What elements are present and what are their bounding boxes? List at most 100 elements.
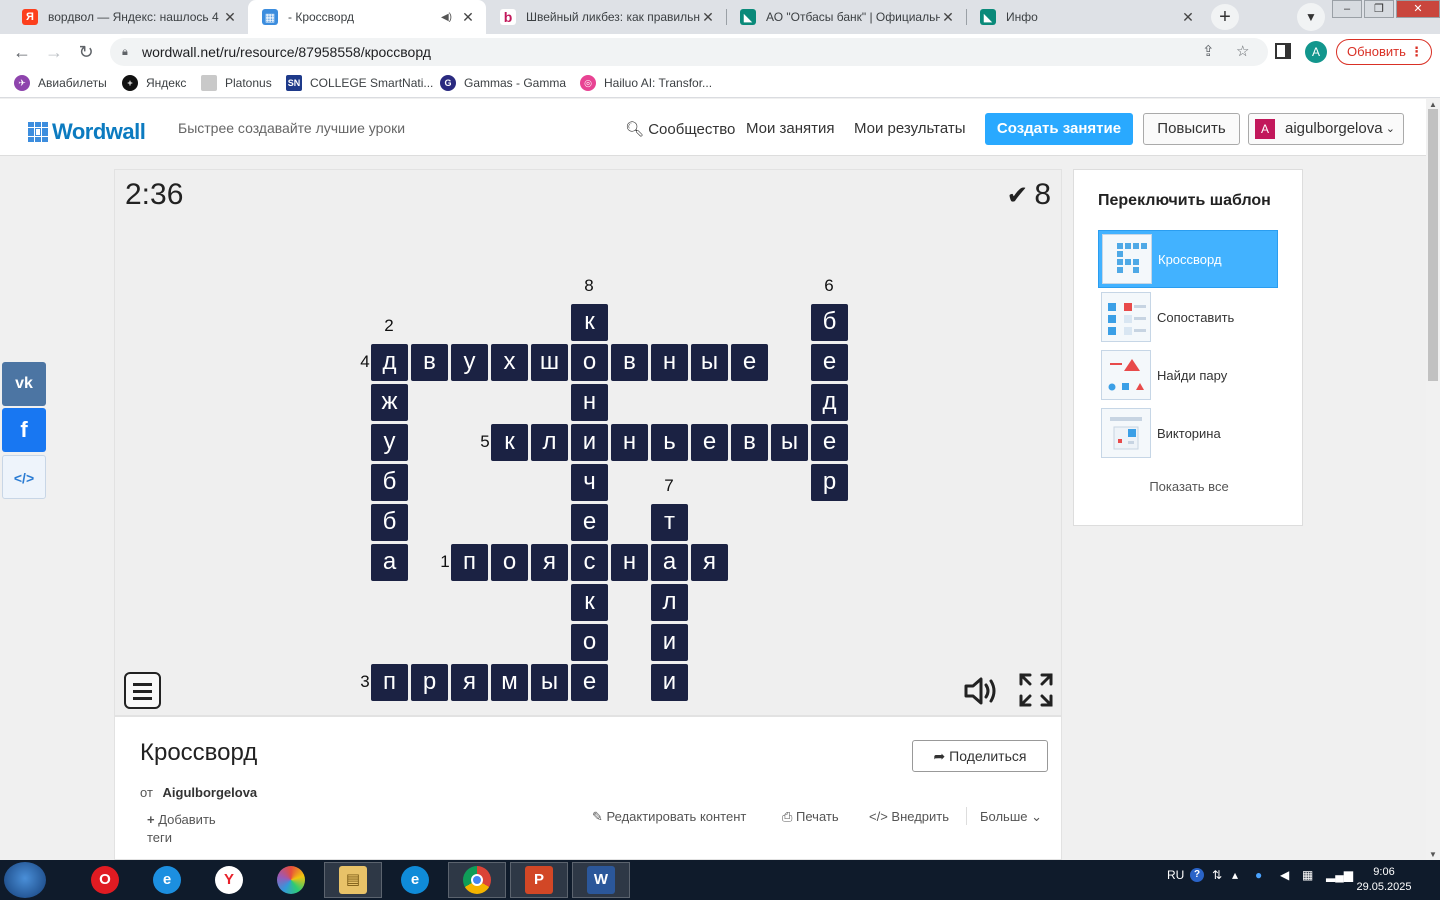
scroll-down-icon[interactable]: ▼ <box>1426 850 1440 859</box>
network-icon[interactable]: ▦ <box>1302 868 1313 882</box>
crossword-cell[interactable]: б <box>811 304 848 341</box>
close-tab-icon[interactable]: ✕ <box>222 9 238 26</box>
ie-icon[interactable]: e <box>138 862 196 898</box>
window-close-icon[interactable]: ✕ <box>1396 0 1440 18</box>
minimize-icon[interactable]: – <box>1332 0 1362 18</box>
embed-icon[interactable]: </> <box>2 455 46 499</box>
user-menu[interactable]: A aigulborgelova ⌄ <box>1248 113 1404 145</box>
crossword-cell[interactable]: и <box>571 424 608 461</box>
add-tags-link[interactable]: + Добавить теги <box>147 811 237 847</box>
crossword-cell[interactable]: е <box>731 344 768 381</box>
clock[interactable]: 9:06 29.05.2025 <box>1352 865 1416 895</box>
upgrade-button[interactable]: Повысить <box>1143 113 1240 145</box>
crossword-cell[interactable]: у <box>451 344 488 381</box>
bookmark-platonus[interactable]: Platonus <box>201 75 272 91</box>
crossword-cell[interactable]: р <box>411 664 448 701</box>
location-icon[interactable]: ● <box>1255 868 1262 882</box>
powerpoint-icon[interactable]: P <box>510 862 568 898</box>
crossword-cell[interactable]: д <box>811 384 848 421</box>
bookmark-yandex[interactable]: + Яндекс <box>122 75 186 91</box>
restore-icon[interactable]: ❐ <box>1364 0 1394 18</box>
create-activity-button[interactable]: Создать занятие <box>985 113 1133 145</box>
tab-info[interactable]: ◣ Инфо ✕ <box>966 0 1206 34</box>
profile-avatar[interactable]: A <box>1305 41 1327 63</box>
fullscreen-icon[interactable] <box>1019 673 1053 707</box>
crossword-cell[interactable]: я <box>451 664 488 701</box>
forward-arrow-icon[interactable]: → <box>42 40 66 64</box>
nav-my-results[interactable]: Мои результаты <box>854 120 966 137</box>
edge-icon[interactable]: e <box>386 862 444 898</box>
tab-search-chevron-icon[interactable]: ▼ <box>1297 3 1325 31</box>
clue-number[interactable]: 4 <box>355 352 375 372</box>
nav-my-activities[interactable]: Мои занятия <box>746 120 835 137</box>
crossword-cell[interactable]: ч <box>571 464 608 501</box>
crossword-cell[interactable]: к <box>491 424 528 461</box>
bookmark-gammas[interactable]: G Gammas - Gamma <box>440 75 566 91</box>
crossword-cell[interactable]: в <box>731 424 768 461</box>
sync-icon[interactable]: ⇅ <box>1212 868 1222 882</box>
yandex-browser-icon[interactable]: Y <box>200 862 258 898</box>
template-crossword[interactable]: Кроссворд <box>1098 230 1278 288</box>
crossword-cell[interactable]: я <box>531 544 568 581</box>
edit-content-link[interactable]: ✎ Редактировать контент <box>592 809 746 825</box>
crossword-cell[interactable]: ы <box>531 664 568 701</box>
close-tab-icon[interactable]: ✕ <box>460 9 476 26</box>
crossword-cell[interactable]: к <box>571 584 608 621</box>
reload-icon[interactable]: ↻ <box>74 40 98 64</box>
scrollbar-thumb[interactable] <box>1428 109 1438 381</box>
bookmark-star-icon[interactable]: ☆ <box>1236 38 1249 66</box>
close-tab-icon[interactable]: ✕ <box>1180 9 1196 26</box>
crossword-cell[interactable]: ы <box>771 424 808 461</box>
crossword-cell[interactable]: е <box>571 504 608 541</box>
crossword-cell[interactable]: в <box>411 344 448 381</box>
crossword-cell[interactable]: в <box>611 344 648 381</box>
nav-community[interactable]: 🔍︎ Сообщество <box>625 120 735 138</box>
side-panel-icon[interactable] <box>1275 43 1291 59</box>
tray-expand-icon[interactable]: ▴ <box>1232 868 1238 882</box>
crossword-cell[interactable]: ж <box>371 384 408 421</box>
clue-number[interactable]: 3 <box>355 672 375 692</box>
vk-icon[interactable]: vk <box>2 362 46 406</box>
crossword-cell[interactable]: м <box>491 664 528 701</box>
crossword-cell[interactable]: н <box>651 344 688 381</box>
start-button[interactable] <box>4 862 46 898</box>
crossword-cell[interactable]: б <box>371 464 408 501</box>
wordwall-logo[interactable]: Wordwall <box>28 119 146 145</box>
chrome-icon[interactable] <box>448 862 506 898</box>
close-tab-icon[interactable]: ✕ <box>940 9 956 26</box>
clue-number[interactable]: 7 <box>659 476 679 496</box>
template-match[interactable]: Сопоставить <box>1098 288 1278 346</box>
bookmark-college[interactable]: SN COLLEGE SmartNati... <box>286 75 433 91</box>
clue-number[interactable]: 8 <box>579 276 599 296</box>
embed-link[interactable]: </> Внедрить <box>869 809 949 824</box>
clue-number[interactable]: 6 <box>819 276 839 296</box>
crossword-cell[interactable]: н <box>611 544 648 581</box>
crossword-cell[interactable]: е <box>811 424 848 461</box>
word-icon[interactable]: W <box>572 862 630 898</box>
speaker-icon[interactable] <box>963 676 999 713</box>
language-indicator[interactable]: RU <box>1167 868 1184 882</box>
crossword-cell[interactable]: л <box>531 424 568 461</box>
tab-sewing[interactable]: b Швейный ликбез: как правильн ✕ <box>486 0 726 34</box>
bookmark-aviabilety[interactable]: ✈ Авиабилеты <box>14 75 107 91</box>
speaker-muted-icon[interactable]: ◀) <box>441 12 452 23</box>
signal-icon[interactable]: ▂▄▆ <box>1326 868 1353 882</box>
clue-number[interactable]: 5 <box>475 432 495 452</box>
crossword-cell[interactable]: н <box>611 424 648 461</box>
crossword-cell[interactable]: ш <box>531 344 568 381</box>
crossword-cell[interactable]: н <box>571 384 608 421</box>
clue-number[interactable]: 1 <box>435 552 455 572</box>
crossword-cell[interactable]: п <box>371 664 408 701</box>
template-find-pair[interactable]: Найди пару <box>1098 346 1278 404</box>
bookmark-hailuo[interactable]: ◎ Hailuo AI: Transfor... <box>580 75 712 91</box>
game-menu-button[interactable] <box>124 672 161 709</box>
crossword-cell[interactable]: х <box>491 344 528 381</box>
crossword-cell[interactable]: е <box>691 424 728 461</box>
back-arrow-icon[interactable]: ← <box>10 40 34 64</box>
more-dropdown[interactable]: Больше ⌄ <box>980 809 1042 825</box>
update-button[interactable]: Обновить ⋮ <box>1336 39 1432 65</box>
crossword-cell[interactable]: ь <box>651 424 688 461</box>
crossword-cell[interactable]: о <box>571 624 608 661</box>
crossword-cell[interactable]: п <box>451 544 488 581</box>
address-bar[interactable]: 🔒︎ wordwall.net/ru/resource/87958558/кро… <box>110 38 1268 66</box>
